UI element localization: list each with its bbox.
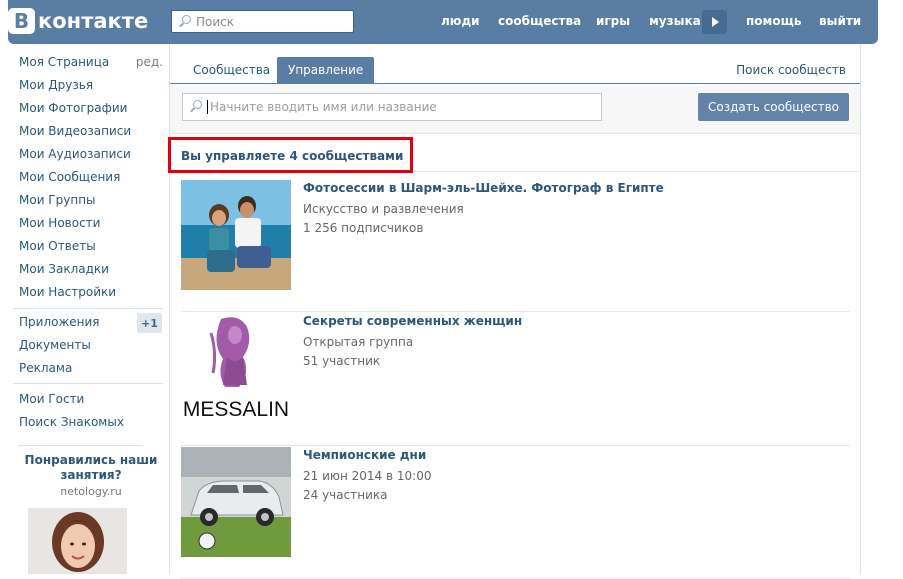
search-icon xyxy=(189,100,203,114)
play-icon xyxy=(712,17,719,27)
header-search-placeholder: Поиск xyxy=(196,14,235,29)
group-avatar[interactable] xyxy=(181,447,291,557)
tabs-row: Сообщества Управление Поиск сообществ xyxy=(170,44,860,84)
group-name-link[interactable]: Фотосессии в Шарм-эль-Шейхе. Фотограф в … xyxy=(303,181,664,195)
group-search-input[interactable]: Начните вводить имя или название xyxy=(182,93,602,121)
group-list-item: MESSALIN Секреты современных женщин Откр… xyxy=(181,313,850,446)
search-communities-link[interactable]: Поиск сообществ xyxy=(736,63,846,77)
group-avatar[interactable]: MESSALIN xyxy=(181,313,291,423)
nav-communities[interactable]: сообщества xyxy=(498,14,581,28)
nav-logout[interactable]: выйти xyxy=(819,14,861,28)
vk-logo-icon: В xyxy=(8,8,35,34)
group-name-link[interactable]: Секреты современных женщин xyxy=(303,314,522,328)
sidebar-item-answers[interactable]: Мои Ответы xyxy=(19,239,96,253)
sidebar-item-documents[interactable]: Документы xyxy=(19,338,91,352)
main-panel: Сообщества Управление Поиск сообществ На… xyxy=(168,44,861,579)
apps-badge[interactable]: +1 xyxy=(137,313,162,333)
sidebar-edit-link[interactable]: ред. xyxy=(136,55,163,69)
create-community-button[interactable]: Создать сообщество xyxy=(698,93,849,121)
nav-music[interactable]: музыка xyxy=(649,14,701,28)
nav-people[interactable]: люди xyxy=(441,14,480,28)
header-search-input[interactable]: Поиск xyxy=(171,10,354,33)
sidebar-item-friends[interactable]: Мои Друзья xyxy=(19,78,93,92)
sidebar-divider xyxy=(13,383,163,384)
sidebar-item-audio[interactable]: Мои Аудиозаписи xyxy=(19,147,131,161)
sidebar-item-guests[interactable]: Мои Гости xyxy=(19,392,84,406)
sidebar-item-groups[interactable]: Мои Группы xyxy=(19,193,96,207)
group-name-link[interactable]: Чемпионские дни xyxy=(303,448,426,462)
sidebar-item-apps[interactable]: Приложения xyxy=(19,315,100,329)
group-category: Открытая группа xyxy=(303,335,414,349)
sidebar-item-bookmarks[interactable]: Мои Закладки xyxy=(19,262,109,276)
highlight-annotation xyxy=(168,137,413,173)
group-avatar[interactable] xyxy=(181,180,291,290)
vk-logo-text: контакте xyxy=(38,9,149,33)
tab-manage[interactable]: Управление xyxy=(277,57,375,83)
sidebar-item-ads[interactable]: Реклама xyxy=(19,361,72,375)
sidebar-item-videos[interactable]: Мои Видеозаписи xyxy=(19,124,131,138)
ad-image[interactable] xyxy=(28,508,127,574)
group-member-count: 51 участник xyxy=(303,354,381,368)
group-member-count: 24 участника xyxy=(303,488,388,502)
group-list-item: Фотосессии в Шарм-эль-Шейхе. Фотограф в … xyxy=(181,180,850,312)
group-member-count: 1 256 подписчиков xyxy=(303,221,424,235)
tab-communities[interactable]: Сообщества xyxy=(182,57,281,83)
sidebar-item-dating[interactable]: Поиск Знакомых xyxy=(19,415,124,429)
group-search-placeholder: Начните вводить имя или название xyxy=(210,100,437,114)
group-date: 21 июн 2014 в 10:00 xyxy=(303,469,432,483)
sidebar-item-photos[interactable]: Мои Фотографии xyxy=(19,101,127,115)
sidebar-item-my-page[interactable]: Моя Страница xyxy=(19,55,109,69)
sidebar-divider xyxy=(13,308,163,309)
vk-logo[interactable]: В контакте xyxy=(8,8,148,34)
nav-games[interactable]: игры xyxy=(596,14,630,28)
groups-toolbar: Начните вводить имя или название Создать… xyxy=(170,84,860,134)
thumb-brand-text: MESSALIN xyxy=(183,398,289,421)
search-icon xyxy=(178,14,192,29)
group-category: Искусство и развлечения xyxy=(303,202,464,216)
sidebar-item-news[interactable]: Мои Новости xyxy=(19,216,100,230)
ad-domain[interactable]: netology.ru xyxy=(13,485,169,498)
top-header: В контакте Поиск люди сообщества игры му… xyxy=(8,0,878,44)
sidebar-item-settings[interactable]: Мои Настройки xyxy=(19,285,116,299)
nav-help[interactable]: помощь xyxy=(746,14,801,28)
ad-title[interactable]: Понравились наши занятия? xyxy=(13,453,169,483)
sidebar-item-messages[interactable]: Мои Сообщения xyxy=(19,170,120,184)
music-play-button[interactable] xyxy=(702,10,727,34)
group-list-item: Чемпионские дни 21 июн 2014 в 10:00 24 у… xyxy=(181,447,850,579)
sidebar-divider xyxy=(18,445,143,446)
text-caret xyxy=(207,100,208,114)
